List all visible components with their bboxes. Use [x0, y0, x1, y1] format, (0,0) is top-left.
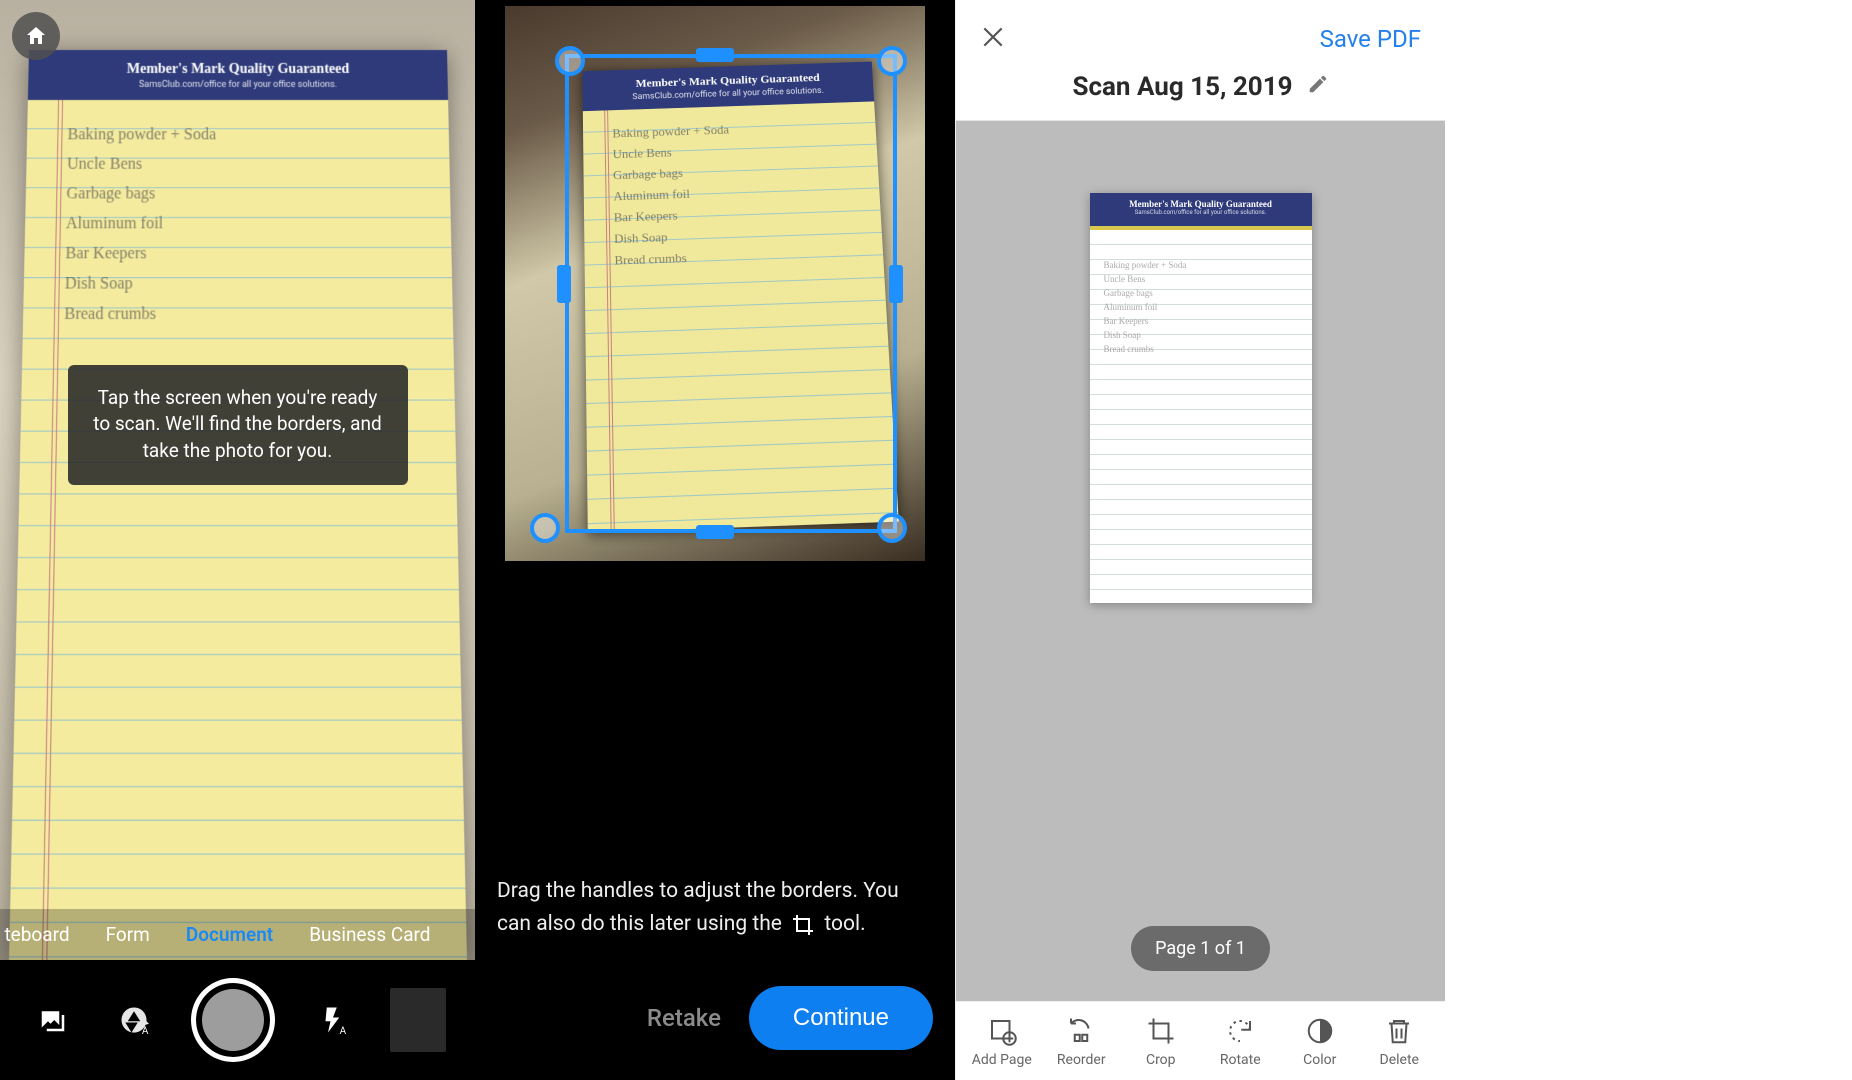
- notepad-sub: SamsClub.com/office for all your office …: [36, 80, 440, 90]
- crop-screen: Member's Mark Quality Guaranteed SamsClu…: [475, 0, 955, 1080]
- crop-border: [565, 54, 897, 533]
- crop-handle-right[interactable]: [889, 265, 903, 303]
- color-button[interactable]: Color: [1284, 1016, 1356, 1068]
- review-header: Save PDF: [956, 0, 1445, 72]
- crop-handle-top-right[interactable]: [877, 46, 907, 76]
- scan-title: Scan Aug 15, 2019: [1072, 72, 1292, 102]
- notepad-body: Baking powder + Soda Uncle Bens Garbage …: [1090, 230, 1312, 603]
- notepad: Member's Mark Quality Guaranteed SamsClu…: [8, 50, 466, 960]
- trash-icon: [1384, 1016, 1414, 1046]
- capture-bottom-bar: A A: [0, 960, 475, 1080]
- capture-screen: Member's Mark Quality Guaranteed SamsClu…: [0, 0, 475, 1080]
- add-page-icon: [987, 1016, 1017, 1046]
- crop-button[interactable]: Crop: [1125, 1016, 1197, 1068]
- gallery-icon: [38, 1005, 68, 1035]
- continue-button[interactable]: Continue: [749, 986, 933, 1050]
- crop-actions: Retake Continue: [497, 986, 933, 1050]
- notepad-sub: SamsClub.com/office for all your office …: [1094, 209, 1308, 216]
- crop-handle-bottom-right[interactable]: [877, 513, 907, 543]
- pencil-icon: [1307, 73, 1329, 95]
- rotate-label: Rotate: [1220, 1052, 1261, 1068]
- save-pdf-button[interactable]: Save PDF: [1320, 25, 1421, 53]
- reorder-button[interactable]: Reorder: [1045, 1016, 1117, 1068]
- crop-bottom: Drag the handles to adjust the borders. …: [475, 847, 955, 1080]
- home-button[interactable]: [12, 12, 60, 60]
- crop-area: Member's Mark Quality Guaranteed SamsClu…: [505, 6, 925, 561]
- review-screen: Save PDF Scan Aug 15, 2019 Member's Mark…: [955, 0, 1445, 1080]
- delete-button[interactable]: Delete: [1363, 1016, 1435, 1068]
- crop-handle-top-left[interactable]: [555, 46, 585, 76]
- scan-hint-tooltip: Tap the screen when you're ready to scan…: [68, 365, 408, 485]
- crop-icon: [1146, 1016, 1176, 1046]
- notepad-brand: Member's Mark Quality Guaranteed: [36, 62, 439, 78]
- reorder-label: Reorder: [1057, 1052, 1106, 1068]
- crop-handle-top[interactable]: [696, 48, 734, 62]
- notepad-header: Member's Mark Quality Guaranteed SamsClu…: [1090, 193, 1312, 230]
- notepad-header: Member's Mark Quality Guaranteed SamsClu…: [27, 50, 447, 100]
- delete-label: Delete: [1380, 1052, 1419, 1068]
- retake-button[interactable]: Retake: [647, 1004, 721, 1032]
- notepad-text: Baking powder + Soda Uncle Bens Garbage …: [64, 120, 441, 329]
- crop-preview[interactable]: Member's Mark Quality Guaranteed SamsClu…: [475, 0, 955, 847]
- camera-viewfinder[interactable]: Member's Mark Quality Guaranteed SamsClu…: [0, 0, 475, 960]
- page-indicator: Page 1 of 1: [1131, 926, 1270, 971]
- flash-button[interactable]: A: [309, 996, 357, 1044]
- review-toolbar: Add Page Reorder Crop Rotate Color Delet…: [956, 1001, 1445, 1080]
- scan-page-thumbnail[interactable]: Member's Mark Quality Guaranteed SamsClu…: [1090, 193, 1312, 603]
- category-business-card[interactable]: Business Card: [309, 923, 430, 946]
- crop-handle-bottom-left[interactable]: [530, 513, 560, 543]
- color-icon: [1305, 1016, 1335, 1046]
- auto-capture-button[interactable]: A: [110, 996, 158, 1044]
- capture-category-row[interactable]: teboard Form Document Business Card: [0, 909, 475, 960]
- home-icon: [24, 24, 48, 48]
- add-page-label: Add Page: [972, 1052, 1032, 1068]
- rotate-button[interactable]: Rotate: [1204, 1016, 1276, 1068]
- last-scan-thumbnail[interactable]: [390, 988, 446, 1052]
- reorder-icon: [1066, 1016, 1096, 1046]
- gallery-button[interactable]: [29, 996, 77, 1044]
- crop-icon: [791, 913, 815, 937]
- crop-hint: Drag the handles to adjust the borders. …: [497, 875, 933, 942]
- rename-button[interactable]: [1307, 72, 1329, 102]
- rotate-icon: [1225, 1016, 1255, 1046]
- crop-label: Crop: [1146, 1052, 1176, 1068]
- color-label: Color: [1303, 1052, 1336, 1068]
- close-button[interactable]: [980, 24, 1006, 54]
- close-icon: [980, 24, 1006, 50]
- crop-handle-left[interactable]: [557, 265, 571, 303]
- category-whiteboard[interactable]: teboard: [4, 923, 69, 946]
- shutter-button[interactable]: [191, 978, 275, 1062]
- category-document[interactable]: Document: [186, 923, 273, 946]
- review-body[interactable]: Member's Mark Quality Guaranteed SamsClu…: [956, 121, 1445, 1001]
- scan-title-row: Scan Aug 15, 2019: [956, 72, 1445, 121]
- crop-hint-post: tool.: [824, 912, 865, 936]
- notepad-body: Baking powder + Soda Uncle Bens Garbage …: [8, 100, 466, 960]
- category-form[interactable]: Form: [106, 923, 150, 946]
- notepad-text: Baking powder + Soda Uncle Bens Garbage …: [1104, 258, 1304, 356]
- add-page-button[interactable]: Add Page: [966, 1016, 1038, 1068]
- right-margin: [1445, 0, 1852, 1080]
- crop-handle-bottom[interactable]: [696, 525, 734, 539]
- notepad-brand: Member's Mark Quality Guaranteed: [1094, 199, 1308, 209]
